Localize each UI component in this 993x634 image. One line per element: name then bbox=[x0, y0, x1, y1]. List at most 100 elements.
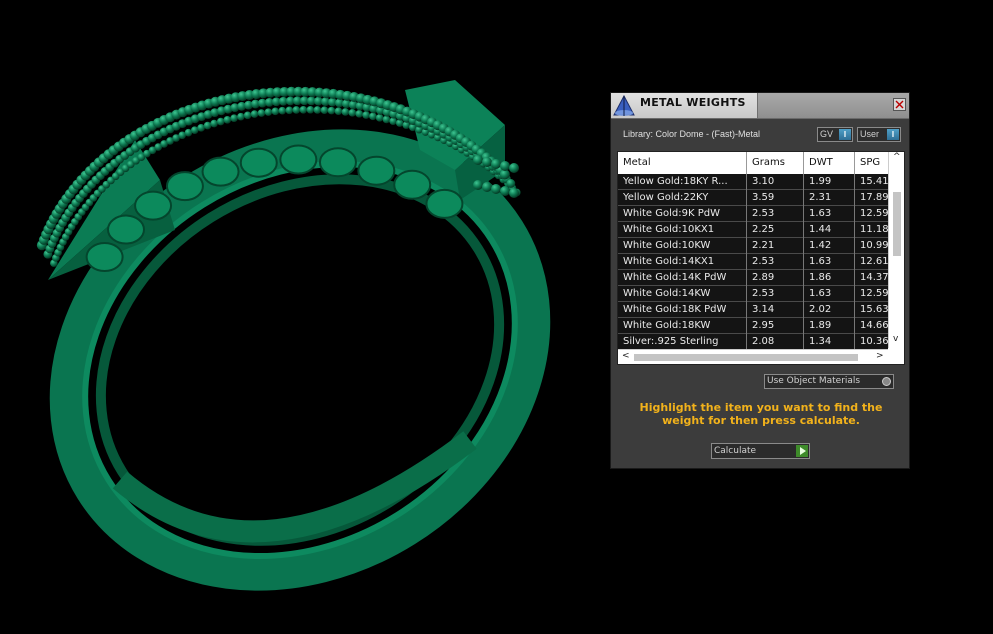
cell-dwt: 1.89 bbox=[804, 318, 855, 334]
cell-dwt: 1.63 bbox=[804, 286, 855, 302]
bezel-cup bbox=[239, 147, 278, 178]
bead bbox=[500, 186, 510, 196]
column-header-dwt[interactable]: DWT bbox=[804, 152, 855, 174]
title-bar[interactable]: METAL WEIGHTS bbox=[611, 93, 909, 119]
scroll-down-icon[interactable]: v bbox=[893, 334, 898, 344]
cell-spg: 10.99 bbox=[860, 240, 888, 251]
gv-toggle[interactable]: GV I bbox=[817, 127, 853, 142]
cell-grams: 2.08 bbox=[747, 334, 804, 350]
scroll-up-icon[interactable]: ^ bbox=[893, 152, 901, 162]
cell-grams: 2.95 bbox=[747, 318, 804, 334]
app-logo-icon bbox=[613, 94, 635, 116]
bezel-cup bbox=[357, 155, 396, 186]
user-toggle[interactable]: User I bbox=[857, 127, 901, 142]
cell-spg: 15.63 bbox=[860, 304, 888, 315]
table-row[interactable]: White Gold:14KW 2.53 1.63 12.59 bbox=[618, 286, 888, 302]
use-object-materials-toggle[interactable]: Use Object Materials bbox=[764, 374, 894, 389]
table-row[interactable]: White Gold:9K PdW 2.53 1.63 12.59 bbox=[618, 206, 888, 222]
cell-metal: White Gold:10KX1 bbox=[618, 222, 747, 238]
column-header-spg[interactable]: SPG bbox=[855, 152, 888, 174]
bead bbox=[482, 182, 492, 192]
cell-spg: 12.61 bbox=[860, 256, 888, 267]
table-row[interactable]: White Gold:14K PdW 2.89 1.86 14.37 bbox=[618, 270, 888, 286]
vertical-scroll-thumb[interactable] bbox=[893, 192, 901, 256]
cell-dwt: 1.34 bbox=[804, 334, 855, 350]
table-row[interactable]: White Gold:18K PdW 3.14 2.02 15.63 bbox=[618, 302, 888, 318]
bead bbox=[506, 179, 516, 188]
cell-spg: 14.66 bbox=[860, 320, 888, 331]
cell-metal: White Gold:18KW bbox=[618, 318, 747, 334]
calculate-label: Calculate bbox=[714, 446, 757, 456]
bead bbox=[491, 159, 501, 169]
cell-metal: White Gold:10KW bbox=[618, 238, 747, 254]
column-header-metal[interactable]: Metal bbox=[618, 152, 747, 174]
cell-spg: 10.36 bbox=[860, 336, 888, 347]
cell-grams: 2.53 bbox=[747, 254, 804, 270]
cell-dwt: 2.02 bbox=[804, 302, 855, 318]
bead bbox=[482, 157, 492, 167]
table-row[interactable]: Yellow Gold:18KY R... 3.10 1.99 15.41 bbox=[618, 174, 888, 190]
bead bbox=[355, 110, 364, 118]
bead bbox=[473, 180, 483, 190]
cell-spg: 11.18 bbox=[860, 224, 888, 235]
bezel-cup bbox=[318, 147, 357, 178]
cell-metal: White Gold:14K PdW bbox=[618, 270, 747, 286]
bead bbox=[285, 106, 294, 115]
cell-metal: Silver:.925 Sterling bbox=[618, 334, 747, 350]
ring-model bbox=[36, 80, 551, 591]
cell-dwt: 2.31 bbox=[804, 190, 855, 206]
table-row[interactable]: Yellow Gold:22KY 3.59 2.31 17.89 bbox=[618, 190, 888, 206]
bezel-cup bbox=[134, 190, 173, 221]
cell-metal: Yellow Gold:22KY bbox=[618, 190, 747, 206]
bead bbox=[369, 112, 377, 121]
bezel-cup bbox=[165, 171, 204, 202]
metal-table[interactable]: Metal Grams DWT SPG Yellow Gold:18KY R..… bbox=[617, 151, 905, 365]
bead bbox=[250, 110, 259, 118]
bead bbox=[257, 109, 266, 117]
cell-dwt: 1.44 bbox=[804, 222, 855, 238]
bead bbox=[341, 108, 350, 116]
bezel-cup bbox=[393, 169, 432, 200]
close-button[interactable] bbox=[893, 98, 906, 111]
bead bbox=[243, 111, 252, 120]
bead bbox=[230, 114, 238, 122]
cell-grams: 2.53 bbox=[747, 206, 804, 222]
cell-grams: 2.21 bbox=[747, 238, 804, 254]
gv-toggle-label: GV bbox=[820, 129, 834, 139]
cell-spg: 15.41 bbox=[860, 176, 888, 187]
column-header-grams[interactable]: Grams bbox=[747, 152, 804, 174]
bead bbox=[491, 184, 501, 194]
table-row[interactable]: White Gold:18KW 2.95 1.89 14.66 bbox=[618, 318, 888, 334]
bead bbox=[271, 107, 280, 116]
table-row[interactable]: White Gold:14KX1 2.53 1.63 12.61 bbox=[618, 254, 888, 270]
cell-dwt: 1.99 bbox=[804, 174, 855, 190]
close-icon bbox=[895, 100, 904, 109]
cell-grams: 3.14 bbox=[747, 302, 804, 318]
bead bbox=[264, 108, 273, 116]
table-row[interactable]: White Gold:10KX1 2.25 1.44 11.18 bbox=[618, 222, 888, 238]
bead bbox=[334, 107, 343, 115]
library-label: Library: Color Dome - (Fast)-Metal bbox=[623, 129, 761, 139]
cell-spg: 17.89 bbox=[860, 192, 888, 203]
cell-dwt: 1.63 bbox=[804, 206, 855, 222]
table-row[interactable]: Silver:.925 Sterling 2.08 1.34 10.36 bbox=[618, 334, 888, 350]
calculate-button[interactable]: Calculate bbox=[711, 443, 810, 459]
scroll-right-icon[interactable]: > bbox=[876, 351, 884, 361]
vertical-scrollbar[interactable]: ^ v bbox=[888, 152, 904, 348]
bead bbox=[223, 116, 232, 124]
cell-grams: 3.10 bbox=[747, 174, 804, 190]
bezel-cup bbox=[279, 144, 318, 175]
scroll-left-icon[interactable]: < bbox=[622, 351, 630, 361]
horizontal-scroll-thumb[interactable] bbox=[634, 354, 858, 361]
table-row[interactable]: White Gold:10KW 2.21 1.42 10.99 bbox=[618, 238, 888, 254]
bezel-cup bbox=[106, 214, 145, 245]
cell-grams: 2.53 bbox=[747, 286, 804, 302]
bead bbox=[197, 124, 205, 132]
cell-metal: White Gold:14KX1 bbox=[618, 254, 747, 270]
bead bbox=[509, 188, 519, 198]
radio-icon bbox=[882, 377, 891, 386]
bead bbox=[313, 106, 322, 114]
bezel-cup bbox=[85, 242, 124, 273]
horizontal-scrollbar[interactable]: < > bbox=[618, 349, 888, 364]
bezel-cup bbox=[201, 156, 240, 187]
